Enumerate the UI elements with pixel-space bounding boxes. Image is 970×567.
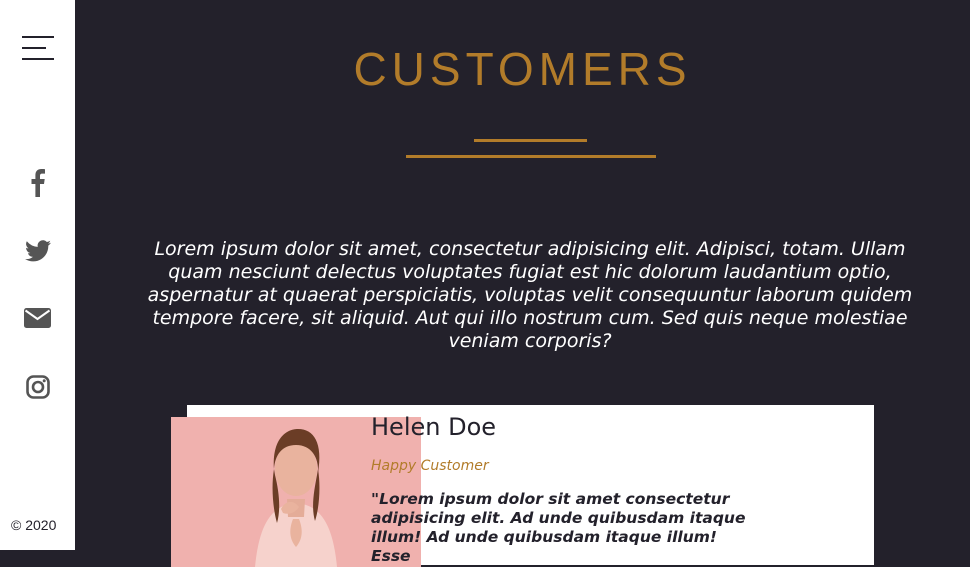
sidebar: © 2020 [0,0,75,550]
title-divider-long [406,155,656,158]
section-intro: Lorem ipsum dolor sit amet, consectetur … [147,238,913,352]
copyright-text: © 2020 [11,517,57,533]
customer-name: Helen Doe [371,413,497,441]
envelope-icon [24,308,51,328]
customers-section: CUSTOMERS Lorem ipsum dolor sit amet, co… [75,0,970,567]
email-link[interactable] [0,298,75,338]
facebook-icon [31,169,45,197]
hamburger-menu-icon[interactable] [22,36,54,62]
customer-role: Happy Customer [371,458,489,474]
testimonial-quote: "Lorem ipsum dolor sit amet consectetur … [371,490,746,565]
twitter-link[interactable] [0,231,75,271]
section-title: CUSTOMERS [353,43,692,95]
instagram-icon [25,375,50,399]
instagram-link[interactable] [0,367,75,407]
twitter-icon [24,240,51,262]
title-divider-short [474,139,587,142]
facebook-link[interactable] [0,163,75,203]
